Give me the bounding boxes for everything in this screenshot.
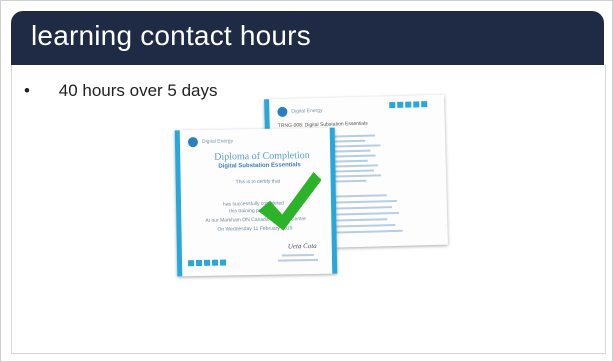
checkmark-icon [258, 171, 322, 231]
signature: Ueta Cota [287, 241, 317, 251]
certificate-front: Digital Energy Diploma of Completion Dig… [174, 127, 338, 277]
diploma-title: Diploma of Completion [214, 150, 310, 163]
accent-squares [389, 101, 428, 109]
bullet-symbol: • [24, 81, 30, 100]
title-bar: learning contact hours [11, 11, 604, 65]
ge-logo-icon [187, 137, 199, 148]
ge-logo-icon [277, 106, 288, 118]
certificate-illustration: Digital Energy TRNG-008: Digital Substat… [174, 94, 448, 277]
slide: learning contact hours • 40 hours over 5… [0, 0, 613, 362]
slide-title: learning contact hours [31, 20, 311, 51]
accent-squares [188, 259, 227, 267]
certificate-front-brand: Digital Energy [201, 138, 234, 145]
certificate-back-brand: Digital Energy [291, 107, 323, 115]
